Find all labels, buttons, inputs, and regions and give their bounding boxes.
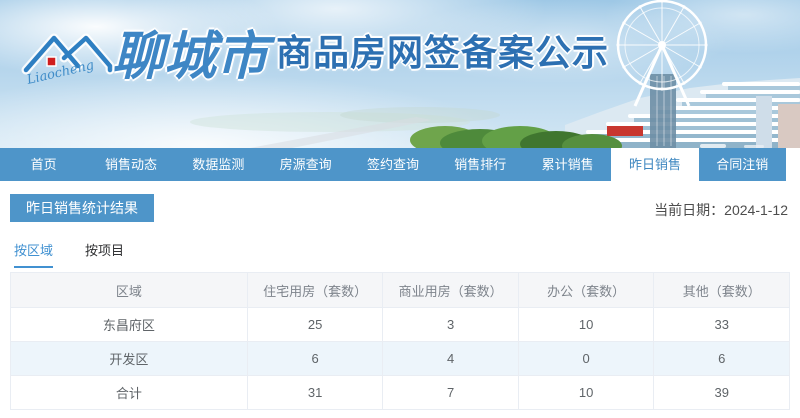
cell-residential: 31 (246, 375, 384, 410)
cell-residential: 25 (246, 307, 384, 342)
nav-item-listing-search[interactable]: 房源查询 (262, 148, 349, 181)
view-tabs: 按区域 按项目 (14, 240, 124, 268)
col-header-region: 区域 (10, 272, 248, 308)
cell-commercial: 7 (382, 375, 519, 410)
sales-table: 区域 住宅用房（套数） 商业用房（套数） 办公（套数） 其他（套数） 东昌府区 … (10, 272, 790, 410)
col-header-office: 办公（套数） (517, 272, 655, 308)
cell-office: 0 (517, 341, 655, 376)
brand-calligraphy: 聊城市 (112, 25, 269, 87)
nav-item-sales-ranking[interactable]: 销售排行 (437, 148, 524, 181)
table-row-total: 合计 31 7 10 39 (10, 375, 790, 410)
cell-commercial: 3 (382, 307, 519, 342)
cell-residential: 6 (246, 341, 384, 376)
cell-other: 33 (653, 307, 790, 342)
cell-region: 东昌府区 (10, 307, 248, 342)
tab-by-region[interactable]: 按区域 (14, 240, 54, 268)
nav-item-home[interactable]: 首页 (0, 148, 87, 181)
current-date: 当前日期：2024-1-12 (654, 202, 788, 218)
table-row: 东昌府区 25 3 10 33 (10, 307, 790, 342)
banner: Liaocheng 聊城市 商品房网签备案公示 (0, 0, 800, 148)
section-title: 昨日销售统计结果 (10, 194, 154, 222)
cell-office: 10 (517, 375, 655, 410)
nav-item-contract-cancellation[interactable]: 合同注销 (699, 148, 786, 181)
nav-item-cumulative-sales[interactable]: 累计销售 (524, 148, 611, 181)
cell-other: 39 (653, 375, 790, 410)
site-brand: 聊城市 商品房网签备案公示 (112, 24, 610, 87)
table-header-row: 区域 住宅用房（套数） 商业用房（套数） 办公（套数） 其他（套数） (10, 272, 790, 308)
page: Liaocheng 聊城市 商品房网签备案公示 首页 销售动态 数据监测 房源查… (0, 0, 800, 418)
nav-bar: 首页 销售动态 数据监测 房源查询 签约查询 销售排行 累计销售 昨日销售 合同… (0, 148, 786, 181)
col-header-other: 其他（套数） (653, 272, 790, 308)
col-header-residential: 住宅用房（套数） (246, 272, 384, 308)
cell-region: 开发区 (10, 341, 248, 376)
table-row: 开发区 6 4 0 6 (10, 341, 790, 376)
cell-commercial: 4 (382, 341, 519, 376)
cell-office: 10 (517, 307, 655, 342)
brand-title: 商品房网签备案公示 (276, 32, 610, 73)
cell-region: 合计 (10, 375, 248, 410)
building-sign (607, 126, 643, 136)
nav-item-signing-search[interactable]: 签约查询 (349, 148, 436, 181)
nav-item-yesterday-sales[interactable]: 昨日销售 (611, 148, 699, 181)
nav-item-sales-dynamics[interactable]: 销售动态 (87, 148, 174, 181)
col-header-commercial: 商业用房（套数） (382, 272, 519, 308)
tab-by-project[interactable]: 按项目 (85, 240, 124, 268)
nav-item-data-monitoring[interactable]: 数据监测 (175, 148, 262, 181)
cell-other: 6 (653, 341, 790, 376)
